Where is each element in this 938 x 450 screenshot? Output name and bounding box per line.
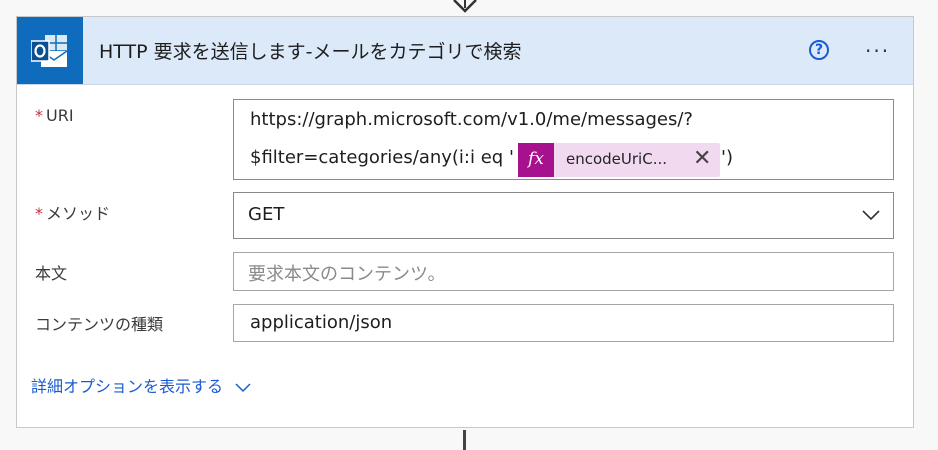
uri-label: * URI (35, 106, 74, 125)
show-advanced-options-link[interactable]: 詳細オプションを表示する (31, 373, 251, 397)
method-label-text: メソッド (46, 204, 111, 223)
flow-connector-bottom (463, 430, 466, 450)
uri-text-line2: $filter=categories/any(i:i eq ' (250, 147, 514, 168)
action-card: HTTP 要求を送信します-メールをカテゴリで検索 ? ··· * URI htt… (16, 16, 914, 428)
chevron-down-icon (235, 382, 251, 392)
help-icon[interactable]: ? (809, 40, 829, 60)
more-options-icon[interactable]: ··· (865, 39, 890, 63)
arrow-down-icon (453, 0, 477, 13)
body-placeholder: 要求本文のコンテンツ。 (248, 264, 446, 285)
body-input[interactable]: 要求本文のコンテンツ。 (233, 252, 894, 291)
content-type-input[interactable]: application/json (233, 304, 894, 342)
close-icon[interactable]: ✕ (693, 146, 711, 172)
uri-label-text: URI (46, 106, 74, 125)
function-icon: fx (518, 143, 554, 177)
body-label: 本文 (35, 264, 68, 283)
expression-token[interactable]: fx encodeUriC... ✕ (518, 143, 720, 177)
required-mark: * (35, 106, 43, 125)
method-label: * メソッド (35, 200, 110, 224)
chevron-down-icon[interactable] (862, 208, 880, 222)
advanced-options-label: 詳細オプションを表示する (31, 377, 224, 396)
required-mark: * (35, 204, 43, 223)
card-title[interactable]: HTTP 要求を送信します-メールをカテゴリで検索 (99, 37, 522, 64)
uri-input[interactable]: https://graph.microsoft.com/v1.0/me/mess… (233, 99, 894, 180)
outlook-icon (17, 17, 83, 84)
content-type-value: application/json (250, 312, 393, 333)
method-value: GET (248, 204, 285, 225)
uri-text-suffix: ') (721, 147, 733, 168)
method-select[interactable]: GET (233, 192, 894, 239)
content-type-label: コンテンツの種類 (35, 315, 164, 334)
card-header[interactable]: HTTP 要求を送信します-メールをカテゴリで検索 ? ··· (17, 17, 913, 85)
expression-token-label: encodeUriC... (566, 150, 668, 168)
uri-text-line1: https://graph.microsoft.com/v1.0/me/mess… (250, 109, 693, 130)
